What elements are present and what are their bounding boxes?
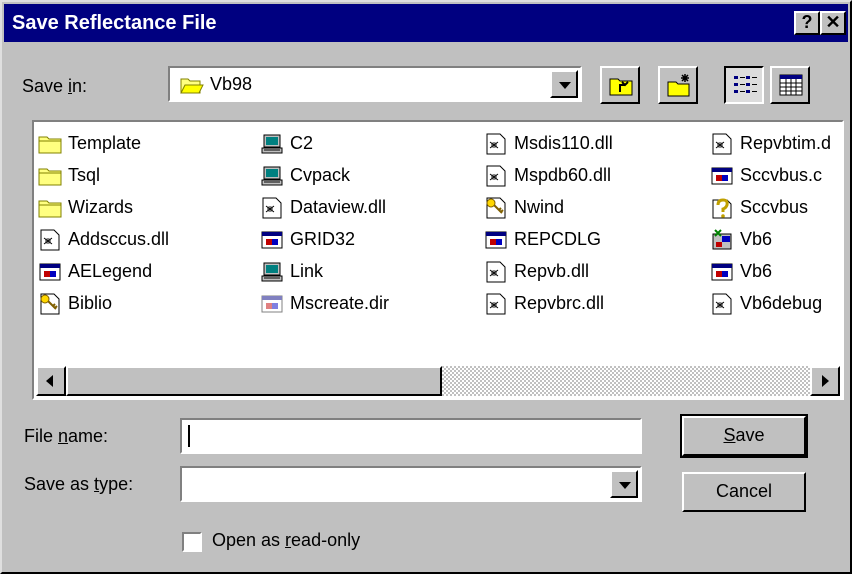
key-file-icon — [486, 197, 506, 219]
exe-light-file-icon — [261, 295, 283, 313]
save-in-dropdown-button[interactable] — [550, 70, 578, 98]
file-name-text: Vb6 — [740, 229, 773, 249]
file-name-input[interactable] — [180, 418, 642, 454]
key-file-icon — [40, 293, 60, 315]
file-name-text: Repvbtim.d — [740, 133, 832, 153]
file-name-text: Cvpack — [290, 165, 351, 185]
computer-file-icon — [261, 134, 283, 154]
folder-file-icon — [38, 168, 62, 186]
file-name-text: C2 — [290, 133, 314, 153]
file-name-text: Mscreate.dir — [290, 293, 390, 313]
file-name-text: Biblio — [68, 293, 113, 313]
create-new-folder-button[interactable] — [658, 66, 698, 104]
up-one-level-button[interactable] — [600, 66, 640, 104]
save-in-combo[interactable]: Vb98 — [168, 66, 582, 102]
file-name-text: REPCDLG — [514, 229, 602, 249]
computer-file-icon — [261, 262, 283, 282]
details-view-icon — [779, 74, 803, 96]
file-name-text: Sccvbus.c — [740, 165, 823, 185]
dll-file-icon — [486, 261, 506, 283]
file-name-text: Msdis110.dll — [514, 133, 613, 153]
help-file-icon — [712, 198, 732, 219]
file-list[interactable]: Template Tsql Wizards Addsccus.dll AELegend B… — [32, 120, 844, 400]
dll-file-icon — [486, 133, 506, 155]
close-button[interactable]: ✕ — [820, 11, 846, 35]
exe-file-icon — [39, 263, 61, 281]
file-name-text: Tsql — [68, 165, 101, 185]
save-as-type-label: Save as type: — [24, 474, 134, 494]
list-view-button[interactable] — [724, 66, 764, 104]
file-name-text: Link — [290, 261, 324, 281]
details-view-button[interactable] — [770, 66, 810, 104]
file-name-text: Addsccus.dll — [68, 229, 170, 249]
file-name-text: Repvb.dll — [514, 261, 590, 281]
dll-file-icon — [712, 293, 732, 315]
dll-file-icon — [486, 293, 506, 315]
file-name-text: GRID32 — [290, 229, 356, 249]
vb-file-icon — [712, 229, 732, 250]
dll-file-icon — [712, 133, 732, 155]
save-in-label: Save in: — [22, 76, 88, 96]
exe-file-icon — [485, 231, 507, 249]
file-name-text: Nwind — [514, 197, 565, 217]
computer-file-icon — [261, 166, 283, 186]
file-name-text: Vb6debug — [740, 293, 823, 313]
open-folder-icon — [180, 78, 204, 94]
exe-file-icon — [711, 263, 733, 281]
file-name-text: Dataview.dll — [290, 197, 387, 217]
scroll-right-button[interactable] — [810, 366, 840, 396]
list-view-icon — [734, 76, 757, 93]
cancel-button[interactable]: Cancel — [682, 472, 806, 512]
save-as-type-combo[interactable] — [180, 466, 642, 502]
create-new-folder-icon — [667, 74, 690, 97]
read-only-checkbox[interactable] — [182, 532, 202, 552]
save-as-type-dropdown-button[interactable] — [610, 470, 638, 498]
save-button[interactable]: Save — [680, 414, 808, 458]
text-caret — [188, 425, 190, 447]
dialog-title: Save Reflectance File — [12, 12, 217, 34]
file-name-text: Template — [68, 133, 142, 153]
file-name-text: Mspdb60.dll — [514, 165, 612, 185]
file-name-text: Repvbrc.dll — [514, 293, 605, 313]
up-one-level-icon — [609, 78, 633, 96]
folder-file-icon — [38, 200, 62, 218]
exe-file-icon — [711, 167, 733, 185]
dll-file-icon — [40, 229, 60, 251]
save-in-value: Vb98 — [210, 74, 253, 94]
file-name-text: Sccvbus — [740, 197, 809, 217]
file-name-text: Wizards — [68, 197, 134, 217]
help-button[interactable]: ? — [794, 11, 820, 35]
save-dialog: Save Reflectance File ? ✕ Save in: Vb98 — [0, 0, 852, 574]
scrollbar-thumb[interactable] — [66, 366, 442, 396]
title-bar: Save Reflectance File ? ✕ — [4, 4, 848, 42]
file-name-text: Vb6 — [740, 261, 773, 281]
dll-file-icon — [486, 165, 506, 187]
file-name-label: File name: — [24, 426, 109, 446]
dll-file-icon — [262, 197, 282, 219]
exe-file-icon — [261, 231, 283, 249]
folder-file-icon — [38, 136, 62, 154]
horizontal-scrollbar[interactable] — [36, 366, 840, 396]
file-name-text: AELegend — [68, 261, 153, 281]
scroll-left-button[interactable] — [36, 366, 66, 396]
read-only-label[interactable]: Open as read-only — [212, 530, 360, 551]
